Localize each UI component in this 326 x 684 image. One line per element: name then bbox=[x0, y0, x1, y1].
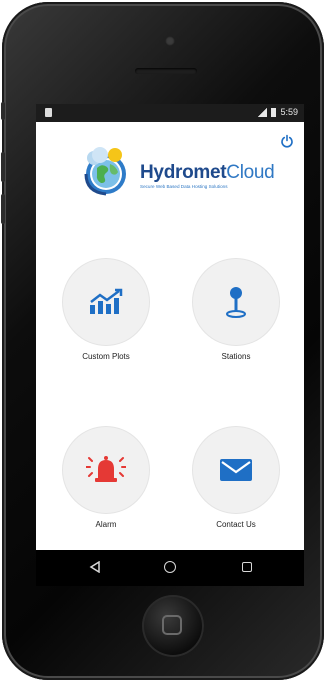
power-icon[interactable] bbox=[280, 134, 294, 148]
app-screen: 5:59 HydrometCloud Secure Web Based Data… bbox=[36, 104, 304, 586]
front-camera bbox=[165, 36, 175, 46]
volume-down-button bbox=[1, 194, 5, 224]
contact-us-button[interactable] bbox=[193, 427, 279, 513]
brand-name: HydrometCloud bbox=[140, 162, 275, 184]
home-square-icon bbox=[162, 615, 182, 635]
globe-logo-icon bbox=[84, 147, 126, 196]
android-nav-bar bbox=[36, 550, 304, 586]
chart-icon bbox=[90, 288, 123, 314]
hardware-home-button[interactable] bbox=[142, 595, 204, 657]
brand-name-cloud: Cloud bbox=[226, 162, 275, 183]
station-pin-icon bbox=[226, 287, 246, 318]
custom-plots-label: Custom Plots bbox=[82, 352, 130, 361]
phone-frame: 5:59 HydrometCloud Secure Web Based Data… bbox=[1, 2, 324, 680]
volume-up-button bbox=[1, 152, 5, 182]
alarm-button[interactable] bbox=[63, 427, 149, 513]
app-logo: HydrometCloud Secure Web Based Data Host… bbox=[80, 146, 280, 204]
home-nav-icon[interactable] bbox=[164, 561, 176, 573]
brand-tagline: Secure Web Based Data Hosting Solutions bbox=[140, 184, 228, 189]
brand-name-hydromet: Hydromet bbox=[140, 162, 227, 183]
alarm-label: Alarm bbox=[95, 520, 117, 529]
notification-icon bbox=[45, 108, 52, 117]
contact-us-label: Contact Us bbox=[216, 520, 256, 529]
stations-label: Stations bbox=[221, 352, 251, 361]
mute-switch bbox=[1, 102, 5, 120]
status-bar: 5:59 bbox=[36, 104, 304, 122]
back-icon[interactable] bbox=[89, 561, 101, 573]
envelope-icon bbox=[220, 459, 252, 481]
status-time: 5:59 bbox=[280, 107, 298, 117]
alarm-icon bbox=[86, 456, 126, 482]
recent-apps-icon[interactable] bbox=[242, 562, 252, 572]
stations-button[interactable] bbox=[193, 259, 279, 345]
custom-plots-button[interactable] bbox=[63, 259, 149, 345]
earpiece-speaker bbox=[135, 68, 197, 74]
battery-icon bbox=[271, 107, 277, 117]
signal-icon bbox=[258, 107, 268, 117]
